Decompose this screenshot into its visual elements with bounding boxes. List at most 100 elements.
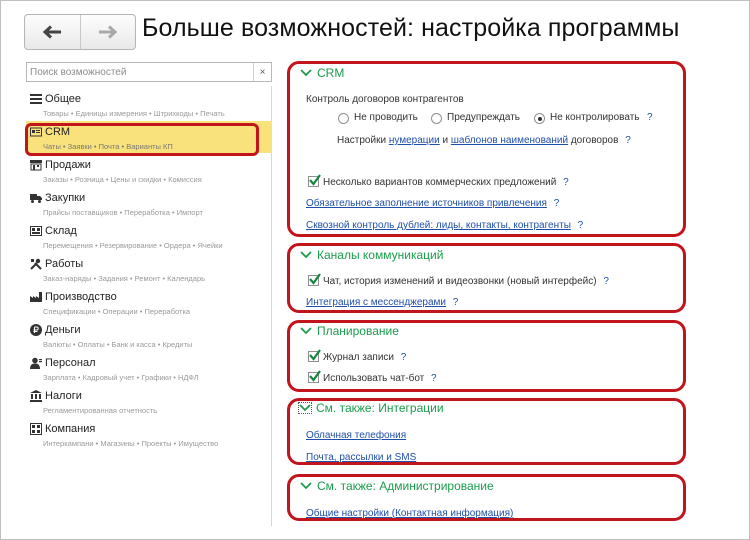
chevron-down-icon — [300, 482, 312, 490]
chat-history-line: Чат, история изменений и видеозвонки (но… — [323, 276, 609, 287]
sidebar-item-works[interactable]: Работы Заказ-наряды • Задания • Ремонт •… — [26, 253, 272, 286]
sidebar-item-label: Общее — [45, 93, 82, 105]
section-admin-header[interactable]: См. также: Администрирование — [300, 479, 494, 493]
section-crm-header[interactable]: CRM — [300, 66, 344, 80]
crm-card-icon — [30, 127, 42, 137]
sidebar-item-label: Компания — [45, 423, 96, 435]
contracts-suffix: договоров — [570, 135, 619, 146]
section-channels-header[interactable]: Каналы коммуникаций — [300, 248, 443, 262]
help-icon[interactable]: ? — [578, 220, 584, 231]
checkmark-icon — [309, 349, 321, 361]
page-title: Больше возможностей: настройка программы — [142, 14, 680, 42]
help-icon[interactable]: ? — [603, 276, 609, 287]
messengers-integration-link[interactable]: Интеграция с мессенджерами — [306, 297, 446, 308]
warehouse-icon — [30, 226, 42, 236]
chatbot-line: Использовать чат-бот ? — [323, 373, 437, 384]
sidebar-item-money[interactable]: Деньги Валюты • Оплаты • Банк и касса • … — [26, 319, 272, 352]
radio-label: Не контролировать — [550, 112, 640, 123]
help-icon[interactable]: ? — [453, 297, 459, 308]
help-icon[interactable]: ? — [563, 177, 569, 188]
sidebar-item-label: Закупки — [45, 192, 86, 204]
duplicates-control-link[interactable]: Сквозной контроль дублей: лиды, контакты… — [306, 220, 571, 231]
checkmark-icon — [309, 370, 321, 382]
sidebar-item-subtitle: Заказы • Розница • Цены и скидки • Комис… — [43, 175, 202, 184]
help-icon[interactable]: ? — [647, 112, 653, 123]
sidebar-item-taxes[interactable]: Налоги Регламентированная отчетность — [26, 385, 272, 418]
required-sources-link[interactable]: Обязательное заполнение источников привл… — [306, 198, 547, 209]
and-text: и — [442, 135, 449, 146]
store-icon — [30, 160, 42, 171]
journal-line: Журнал записи ? — [323, 352, 406, 363]
bank-icon — [30, 390, 42, 402]
sidebar-item-sales[interactable]: Продажи Заказы • Розница • Цены и скидки… — [26, 154, 272, 187]
chevron-down-icon — [300, 69, 312, 77]
section-title: CRM — [317, 66, 345, 80]
chat-history-checkbox[interactable] — [308, 273, 321, 286]
radio-do-not-control[interactable] — [534, 113, 545, 124]
radio-label: Предупреждать — [447, 112, 521, 123]
list-icon — [30, 94, 42, 104]
cloud-telephony-link[interactable]: Облачная телефония — [306, 430, 406, 441]
settings-prefix: Настройки — [337, 135, 387, 146]
checkmark-icon — [309, 273, 321, 285]
section-planning-header[interactable]: Планирование — [300, 324, 399, 338]
cloud-telephony-line: Облачная телефония — [306, 430, 406, 441]
help-icon[interactable]: ? — [625, 135, 631, 146]
sidebar-item-subtitle: Спецификации • Операции • Переработка — [43, 307, 191, 316]
sidebar-item-label: Деньги — [45, 324, 81, 336]
mail-sms-link[interactable]: Почта, рассылки и SMS — [306, 452, 416, 463]
required-sources-line: Обязательное заполнение источников привл… — [306, 198, 559, 209]
section-title: Планирование — [317, 324, 399, 338]
numbering-link[interactable]: нумерации — [389, 135, 440, 146]
chevron-down-icon — [300, 251, 312, 259]
section-integrations-header[interactable]: См. также: Интеграции — [298, 401, 444, 415]
sidebar-item-subtitle: Заказ-наряды • Задания • Ремонт • Календ… — [43, 274, 206, 283]
help-icon[interactable]: ? — [431, 373, 437, 384]
chat-history-label: Чат, история изменений и видеозвонки (но… — [323, 276, 597, 287]
checkmark-icon — [309, 174, 321, 186]
search-input[interactable] — [27, 63, 253, 81]
sidebar-item-subtitle: Прайсы поставщиков • Переработка • Импор… — [43, 208, 203, 217]
sidebar-item-subtitle: Зарплата • Кадровый учет • Графики • НДФ… — [43, 373, 199, 382]
help-icon[interactable]: ? — [401, 352, 407, 363]
clear-search-button[interactable]: × — [253, 63, 271, 81]
sidebar-item-general[interactable]: Общее Товары • Единицы измерения • Штрих… — [26, 88, 272, 121]
multi-kp-checkbox[interactable] — [308, 174, 321, 187]
radio-warn[interactable] — [431, 113, 442, 124]
sidebar-item-subtitle: Чаты • Заявки • Почта • Варианты КП — [43, 142, 173, 151]
arrow-right-icon — [98, 25, 117, 39]
sidebar-item-crm[interactable]: CRM Чаты • Заявки • Почта • Варианты КП — [26, 121, 272, 153]
sidebar: Общее Товары • Единицы измерения • Штрих… — [26, 86, 272, 526]
section-title: См. также: Интеграции — [316, 401, 444, 415]
forward-button[interactable] — [79, 15, 136, 49]
sidebar-item-production[interactable]: Производство Спецификации • Операции • П… — [26, 286, 272, 319]
company-icon — [30, 423, 42, 435]
help-icon[interactable]: ? — [554, 198, 560, 209]
sidebar-item-company[interactable]: Компания Интеркампани • Магазины • Проек… — [26, 418, 272, 451]
multi-kp-line: Несколько вариантов коммерческих предлож… — [323, 177, 569, 188]
name-templates-link[interactable]: шаблонов наименований — [451, 135, 568, 146]
messengers-line: Интеграция с мессенджерами ? — [306, 297, 458, 308]
sidebar-item-label: Налоги — [45, 390, 82, 402]
sidebar-item-personnel[interactable]: Персонал Зарплата • Кадровый учет • Граф… — [26, 352, 272, 385]
section-title: Каналы коммуникаций — [317, 248, 444, 262]
contract-settings-line: Настройки нумерации и шаблонов наименова… — [337, 135, 631, 146]
chatbot-checkbox[interactable] — [308, 370, 321, 383]
sidebar-item-label: Работы — [45, 258, 84, 270]
ruble-coin-icon — [30, 324, 42, 336]
radio-label: Не проводить — [354, 112, 418, 123]
general-settings-line: Общие настройки (Контактная информация) — [306, 508, 513, 519]
back-button[interactable] — [25, 15, 80, 49]
sidebar-item-purchases[interactable]: Закупки Прайсы поставщиков • Переработка… — [26, 187, 272, 220]
sidebar-item-warehouse[interactable]: Склад Перемещения • Резервирование • Орд… — [26, 220, 272, 253]
chevron-down-icon — [298, 402, 312, 414]
radio-no-control[interactable] — [338, 113, 349, 124]
general-settings-link[interactable]: Общие настройки (Контактная информация) — [306, 508, 513, 519]
journal-checkbox[interactable] — [308, 349, 321, 362]
multi-kp-label: Несколько вариантов коммерческих предлож… — [323, 177, 557, 188]
chatbot-label: Использовать чат-бот — [323, 373, 425, 384]
contract-control-label: Контроль договоров контрагентов — [306, 94, 464, 105]
tools-icon — [30, 258, 42, 270]
sidebar-item-label: Персонал — [45, 357, 96, 369]
sidebar-item-label: Склад — [45, 225, 77, 237]
